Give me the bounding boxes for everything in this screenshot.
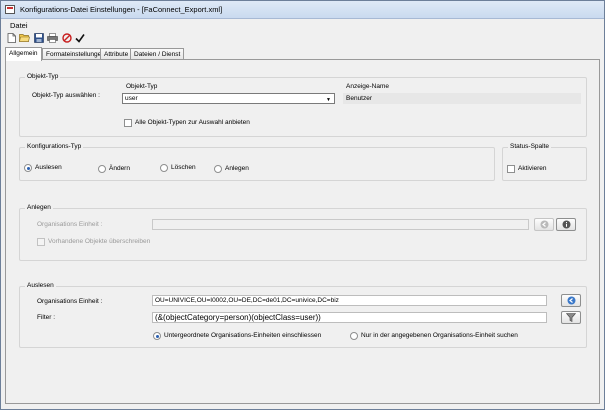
status-spalte-group: Status-Spalte Aktivieren (502, 143, 587, 181)
auslesen-org-unit-input[interactable]: OU=UNIVICE,OU=I0002,OU=DE,DC=de01,DC=uni… (152, 295, 547, 306)
menu-datei[interactable]: Datei (10, 21, 28, 30)
radio-loeschen-label: Löschen (171, 164, 196, 171)
objekt-typ-column-header: Objekt-Typ (126, 83, 158, 90)
radio-scope-include-children-label: Untergeordnete Organisations-Einheiten e… (164, 332, 322, 339)
new-file-icon[interactable] (6, 32, 17, 43)
print-icon[interactable] (47, 32, 58, 43)
filter-input[interactable]: (&(objectCategory=person)(objectClass=us… (152, 312, 547, 323)
anlegen-org-unit-input[interactable] (152, 219, 529, 230)
anzeige-name-field: Benutzer (343, 93, 581, 104)
radio-auslesen[interactable] (24, 164, 32, 172)
auslesen-browse-button[interactable] (561, 294, 581, 307)
filter-label: Filter : (37, 314, 56, 321)
objekt-typ-group-label: Objekt-Typ (25, 73, 61, 80)
status-aktivieren-checkbox[interactable] (507, 165, 515, 173)
auslesen-group: Auslesen Organisations Einheit : OU=UNIV… (19, 282, 587, 348)
radio-loeschen[interactable] (160, 164, 168, 172)
anlegen-org-unit-label: Organisations Einheit : (37, 221, 103, 228)
radio-scope-only-selected-label: Nur in der angegebenen Organisations-Ein… (361, 332, 518, 339)
title-bar[interactable]: Konfigurations-Datei Einstellungen - [Fa… (1, 1, 604, 19)
anlegen-info-button[interactable] (556, 218, 576, 231)
anlegen-group-label: Anlegen (25, 204, 53, 211)
chevron-down-icon: ▼ (326, 97, 331, 103)
back-arrow-icon (567, 296, 575, 305)
checkmark-icon[interactable] (74, 32, 85, 43)
anzeige-name-value: Benutzer (346, 95, 373, 102)
radio-aendern-label: Ändern (109, 165, 130, 172)
status-aktivieren-label: Aktivieren (518, 165, 547, 172)
filter-button[interactable] (561, 311, 581, 324)
status-spalte-group-label: Status-Spalte (508, 143, 552, 150)
toolbar (1, 31, 604, 45)
radio-scope-include-children[interactable] (153, 332, 161, 340)
open-folder-icon[interactable] (19, 32, 30, 43)
konfigurations-typ-group: Konfigurations-Typ Auslesen Ändern Lösch… (19, 143, 495, 181)
objekt-typ-select[interactable]: user ▼ (122, 93, 335, 104)
anlegen-browse-button[interactable] (534, 218, 554, 231)
app-icon (5, 5, 15, 14)
radio-auslesen-label: Auslesen (35, 164, 62, 171)
konfigurations-typ-group-label: Konfigurations-Typ (25, 143, 84, 150)
back-arrow-icon (540, 220, 548, 229)
objekt-typ-select-label: Objekt-Typ auswählen : (32, 92, 100, 99)
save-icon[interactable] (33, 32, 44, 43)
all-types-checkbox[interactable] (124, 119, 132, 127)
menu-bar: Datei (1, 20, 604, 31)
overwrite-checkbox[interactable] (37, 238, 45, 246)
objekt-typ-group: Objekt-Typ Objekt-Typ auswählen : Objekt… (19, 73, 587, 137)
tab-allgemein[interactable]: Allgemein (5, 47, 42, 61)
radio-aendern[interactable] (98, 165, 106, 173)
cancel-icon[interactable] (61, 32, 72, 43)
radio-anlegen[interactable] (214, 165, 222, 173)
info-icon (562, 220, 570, 229)
auslesen-org-unit-label: Organisations Einheit : (37, 298, 103, 305)
all-types-checkbox-label: Alle Objekt-Typen zur Auswahl anbieten (135, 119, 250, 126)
tab-panel-allgemein: Objekt-Typ Objekt-Typ auswählen : Objekt… (5, 59, 600, 404)
auslesen-group-label: Auslesen (25, 282, 56, 289)
radio-anlegen-label: Anlegen (225, 165, 249, 172)
anlegen-group: Anlegen Organisations Einheit : Vorhande… (19, 204, 587, 261)
overwrite-checkbox-label: Vorhandene Objekte überschreiben (48, 238, 151, 245)
anzeige-name-header: Anzeige-Name (346, 83, 389, 90)
radio-scope-only-selected[interactable] (350, 332, 358, 340)
objekt-typ-select-value: user (125, 95, 138, 102)
funnel-icon (566, 313, 576, 322)
config-window: Konfigurations-Datei Einstellungen - [Fa… (0, 0, 605, 410)
window-title: Konfigurations-Datei Einstellungen - [Fa… (20, 5, 223, 14)
